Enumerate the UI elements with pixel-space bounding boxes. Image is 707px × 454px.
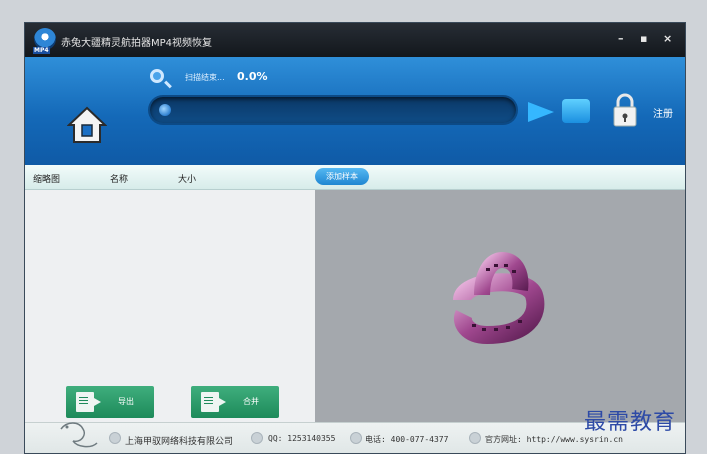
file-list-header: 缩略图 名称 大小 添加样本 <box>25 165 685 190</box>
website-icon <box>469 432 481 444</box>
merge-label: 合并 <box>243 397 259 406</box>
window-title: 赤兔大疆精灵航拍器MP4视频恢复 <box>61 38 213 49</box>
merge-button[interactable]: 合并 <box>191 386 279 418</box>
title-bar: MP4 赤兔大疆精灵航拍器MP4视频恢复 – ▪ × <box>25 23 685 57</box>
app-logo-icon: MP4 <box>33 28 56 54</box>
scan-status-label: 扫描结束... <box>185 73 225 82</box>
column-size[interactable]: 大小 <box>178 172 196 185</box>
qq-icon <box>251 432 263 444</box>
company-icon <box>109 432 121 444</box>
header-toolbar: 扫描结束... 0.0% 注册 <box>25 57 685 165</box>
search-icon <box>150 69 164 83</box>
phone-number: 电话: 400-077-4377 <box>365 435 449 444</box>
export-icon <box>76 392 101 412</box>
column-thumbnail[interactable]: 缩略图 <box>33 172 60 185</box>
scan-progress-bar <box>150 97 516 123</box>
mascot-icon <box>60 422 98 448</box>
register-link[interactable]: 注册 <box>653 105 673 120</box>
home-icon[interactable] <box>67 105 107 145</box>
app-window: MP4 赤兔大疆精灵航拍器MP4视频恢复 – ▪ × 扫描结束... 0.0% … <box>24 22 686 454</box>
film-reel-icon <box>453 251 545 345</box>
watermark-text: 最需教育 <box>584 410 677 435</box>
export-button[interactable]: 导出 <box>66 386 154 418</box>
merge-icon <box>201 392 226 412</box>
lock-icon[interactable] <box>612 93 638 127</box>
company-name: 上海甲驭网络科技有限公司 <box>125 437 234 447</box>
qq-number: QQ: 1253140355 <box>268 434 336 443</box>
video-preview-pane <box>315 190 685 422</box>
play-icon[interactable] <box>528 102 554 122</box>
add-sample-button[interactable]: 添加样本 <box>315 168 369 185</box>
maximize-button[interactable]: ▪ <box>640 32 647 45</box>
scan-percent: 0.0% <box>237 70 268 83</box>
phone-icon <box>350 432 362 444</box>
progress-knob <box>159 104 171 116</box>
file-list[interactable]: 导出 合并 <box>25 190 315 426</box>
app-icon-badge: MP4 <box>33 47 50 54</box>
stop-icon[interactable] <box>562 99 590 123</box>
minimize-button[interactable]: – <box>618 32 624 45</box>
close-button[interactable]: × <box>663 32 672 45</box>
export-label: 导出 <box>118 397 134 406</box>
column-name[interactable]: 名称 <box>110 172 128 185</box>
